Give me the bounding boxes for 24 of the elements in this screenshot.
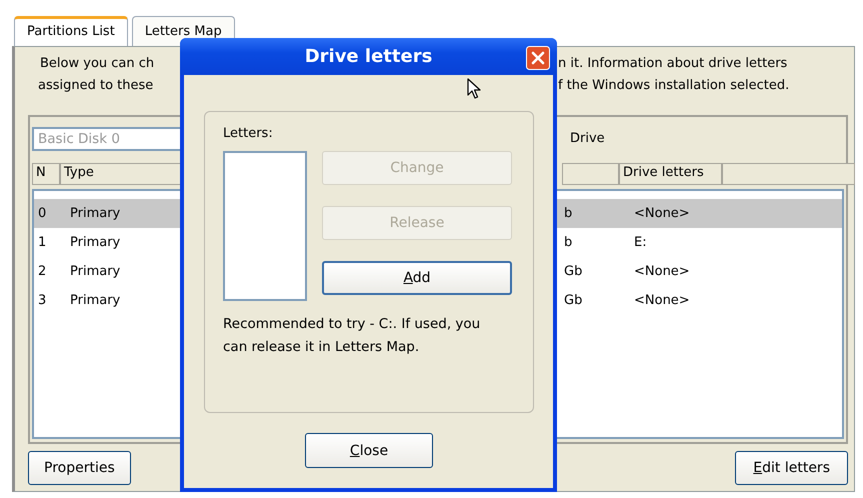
table-cell-text: b [564, 235, 574, 250]
table-cell: E: [634, 235, 647, 250]
drive-label: Drive [569, 130, 606, 148]
table-cell: Primary [70, 293, 120, 308]
table-cell: Primary [70, 235, 120, 250]
group-label: Letters: [223, 126, 273, 141]
table-cell-text: 1 [37, 235, 48, 250]
table-cell-text: 3 [37, 293, 48, 308]
description-text: Below you can ch [40, 55, 154, 73]
table-cell-text: 2 [37, 264, 48, 279]
window-title: Drive letters [304, 46, 432, 67]
table-cell-text: b [564, 206, 574, 221]
table-cell-text: Gb [564, 264, 584, 279]
table-cell: <None> [634, 206, 690, 221]
description-text: f the Windows installation selected. [558, 77, 790, 95]
table-cell: Primary [70, 206, 120, 221]
description-text: assigned to these [38, 77, 154, 95]
table-cell: Primary [70, 264, 120, 279]
table-cell: <None> [634, 264, 690, 279]
table-cell-text: 0 [37, 206, 48, 221]
table-cell: <None> [634, 293, 690, 308]
description-text: n it. Information about drive letters [558, 55, 788, 73]
table-cell-text: Gb [564, 293, 584, 308]
hint-text: Recommended to try - C:. If used, you can release it in Letters Map. [223, 315, 482, 357]
